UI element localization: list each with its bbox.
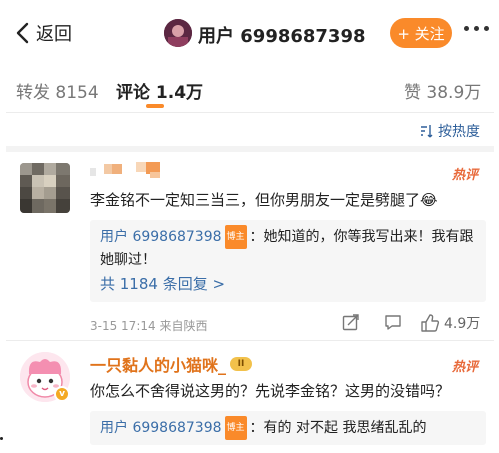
chevron-left-icon — [16, 22, 29, 44]
avatar[interactable] — [164, 19, 192, 47]
blurred-username[interactable] — [90, 160, 170, 184]
like-count: 4.9万 — [444, 316, 481, 332]
author-badge: 博主 — [224, 416, 247, 440]
edge-mark — [0, 437, 3, 440]
tab-comments-label: 评论 — [116, 83, 150, 103]
reply-preview[interactable]: 用户 6998687398 博主 ：有的 对不起 我思绪乱乱的 — [90, 411, 486, 445]
reply-username[interactable]: 用户 6998687398 — [100, 420, 222, 436]
hot-comment-badge: 热评 — [452, 360, 479, 375]
section-divider — [6, 146, 494, 152]
tab-reposts-count: 8154 — [55, 83, 99, 103]
avatar[interactable] — [20, 163, 70, 213]
comment-meta: 3-15 17:14 来自陕西 — [90, 319, 208, 333]
tab-likes-count: 38.9万 — [426, 83, 482, 103]
tab-likes-label: 赞 — [404, 83, 421, 103]
comment-username[interactable]: 一只黏人的小猫咪_ II — [90, 352, 253, 376]
view-replies-link[interactable]: 共 1184 条回复 > — [100, 273, 225, 294]
reply-text-line2: 她聊过！ — [100, 252, 156, 268]
divider — [6, 112, 494, 113]
comments-page: 返回 用户 6998687398 + 关注 转发 8154 评论 1.4万 赞 … — [6, 0, 494, 453]
level-badge: II — [230, 357, 253, 371]
share-button[interactable] — [342, 313, 360, 331]
author-badge: 博主 — [224, 225, 247, 249]
reply-username[interactable]: 用户 6998687398 — [100, 229, 222, 245]
verified-badge: v — [54, 386, 70, 402]
share-icon — [342, 314, 359, 331]
tab-comments[interactable]: 评论 1.4万 — [116, 78, 203, 103]
page-title: 用户 6998687398 — [198, 26, 366, 47]
reply-text-line1: ：她知道的，你等我写出来！我有跟 — [249, 229, 474, 245]
hot-comment-badge: 热评 — [452, 168, 479, 183]
active-tab-indicator — [146, 104, 164, 108]
sort-button[interactable]: 按热度 — [420, 121, 480, 141]
comment-button[interactable] — [384, 313, 402, 331]
sort-label: 按热度 — [438, 124, 480, 140]
comment-text: 李金铭不一定知三当三，但你男朋友一定是劈腿了😂 — [90, 191, 438, 209]
tab-reposts-label: 转发 — [16, 83, 50, 103]
sort-icon — [421, 125, 433, 138]
tab-reposts[interactable]: 转发 8154 — [16, 78, 99, 103]
tab-likes[interactable]: 赞 38.9万 — [404, 78, 481, 103]
thumbs-up-icon — [421, 314, 440, 332]
tab-comments-count: 1.4万 — [155, 83, 204, 103]
back-label: 返回 — [36, 24, 72, 45]
follow-button[interactable]: + 关注 — [390, 18, 452, 48]
more-icon[interactable] — [464, 26, 489, 31]
top-bar: 返回 用户 6998687398 + 关注 — [6, 0, 494, 64]
comment-icon — [385, 315, 401, 330]
like-button[interactable]: 4.9万 — [420, 313, 480, 333]
reply-preview[interactable]: 用户 6998687398 博主 ：她知道的，你等我写出来！我有跟 她聊过！ 共 1… — [90, 220, 486, 302]
reply-text: ：有的 对不起 我思绪乱乱的 — [249, 420, 427, 436]
tab-bar: 转发 8154 评论 1.4万 赞 38.9万 — [6, 68, 494, 112]
back-button[interactable]: 返回 — [14, 20, 72, 46]
comment-username-text: 一只黏人的小猫咪_ — [90, 356, 227, 375]
divider — [6, 340, 494, 341]
comment-text: 你怎么不舍得说这男的？先说李金铭？这男的没错吗？ — [90, 382, 451, 400]
